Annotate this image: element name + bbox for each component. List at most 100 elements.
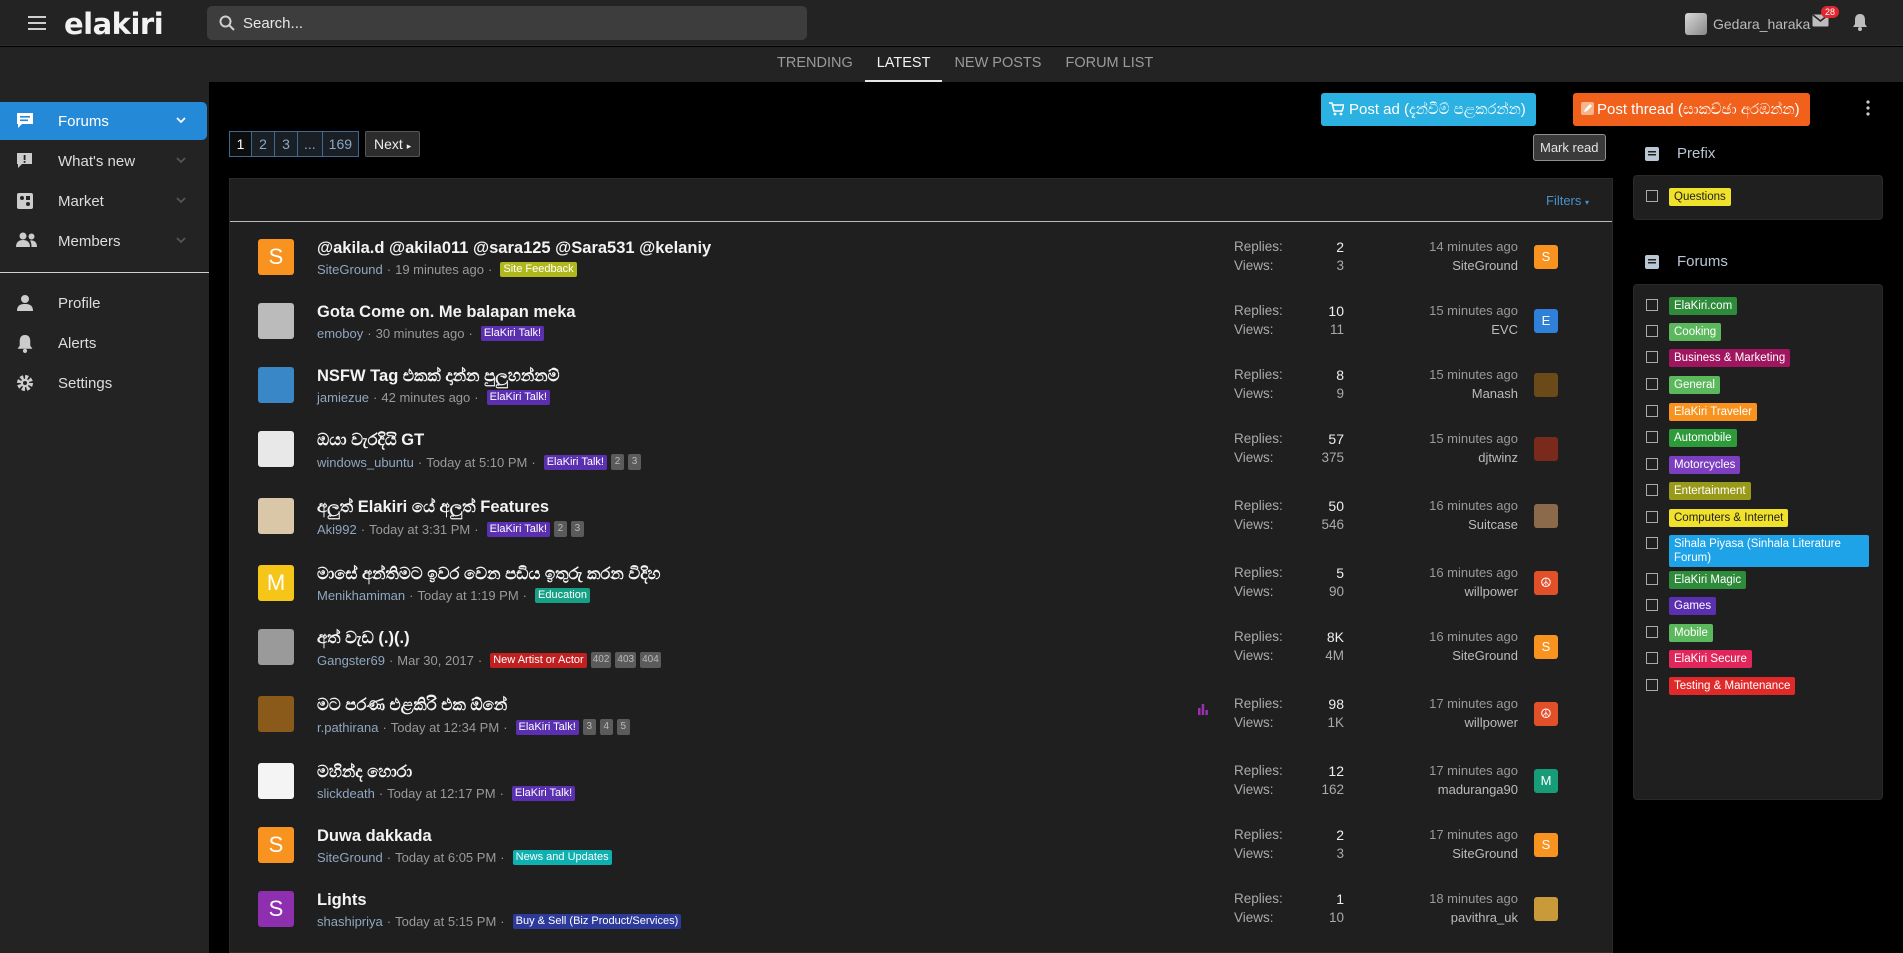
avatar[interactable]: S: [258, 891, 294, 927]
thread-title[interactable]: NSFW Tag එකක් දාන්න පුලුහන්නම්: [317, 367, 560, 386]
chevron-down-icon[interactable]: [176, 197, 186, 204]
table-row[interactable]: S @akila.d @akila011 @sara125 @Sara531 @k…: [230, 229, 1612, 293]
thread-page-link[interactable]: 2: [610, 454, 624, 470]
checkbox[interactable]: [1646, 190, 1658, 202]
avatar[interactable]: [258, 629, 294, 665]
checkbox[interactable]: [1646, 652, 1658, 664]
table-row[interactable]: Gota Come on. Me balapan meka emoboy · 30 m…: [230, 293, 1612, 357]
thread-start-time[interactable]: Today at 12:17 PM: [387, 786, 495, 801]
last-post-time[interactable]: 14 minutes ago: [1380, 239, 1518, 258]
checkbox[interactable]: [1646, 679, 1658, 691]
thread-author[interactable]: Gangster69: [317, 653, 385, 668]
avatar[interactable]: S: [258, 239, 294, 275]
last-poster-avatar[interactable]: S: [1534, 635, 1558, 659]
page-2[interactable]: 2: [252, 131, 275, 157]
table-row[interactable]: මහින්ද හොරා slickdeath · Today at 12:17 PM ·…: [230, 753, 1612, 817]
thread-author[interactable]: Aki992: [317, 522, 357, 537]
page-last[interactable]: 169: [322, 131, 360, 157]
forum-option[interactable]: ElaKiri.com: [1646, 297, 1738, 315]
thread-author[interactable]: jamiezue: [317, 390, 369, 405]
last-poster-avatar[interactable]: [1534, 897, 1558, 921]
checkbox[interactable]: [1646, 325, 1658, 337]
thread-start-time[interactable]: 19 minutes ago: [395, 262, 484, 277]
table-row[interactable]: මට පරණ එළකිරි එක ඕනේ r.pathirana · Today at…: [230, 686, 1612, 750]
filters-button[interactable]: Filters ▾: [1546, 193, 1589, 208]
last-poster-avatar[interactable]: E: [1534, 309, 1558, 333]
thread-page-link[interactable]: 3: [582, 719, 596, 735]
thread-page-link[interactable]: 402: [590, 652, 612, 668]
last-post-time[interactable]: 17 minutes ago: [1380, 827, 1518, 846]
table-row[interactable]: M මාසේ අන්තිමට ඉවර වෙන පඩිය ඉතුරු කරන විද…: [230, 555, 1612, 619]
thread-title[interactable]: Gota Come on. Me balapan meka: [317, 303, 576, 322]
checkbox[interactable]: [1646, 378, 1658, 390]
thread-author[interactable]: r.pathirana: [317, 720, 378, 735]
checkbox[interactable]: [1646, 458, 1658, 470]
thread-author[interactable]: Menikhamiman: [317, 588, 405, 603]
forum-option[interactable]: Games: [1646, 597, 1717, 615]
search-input[interactable]: [243, 6, 793, 40]
site-logo[interactable]: elakiri: [64, 7, 164, 41]
last-post-time[interactable]: 17 minutes ago: [1380, 763, 1518, 782]
last-post-user[interactable]: EVC: [1380, 322, 1518, 337]
forum-option[interactable]: Sihala Piyasa (Sinhala Literature Forum): [1646, 535, 1869, 567]
thread-title[interactable]: ඔයා වැරදියි GT: [317, 431, 424, 450]
last-poster-avatar[interactable]: [1534, 437, 1558, 461]
last-post-user[interactable]: willpower: [1380, 715, 1518, 730]
last-poster-avatar[interactable]: [1534, 504, 1558, 528]
thread-page-link[interactable]: 403: [615, 652, 637, 668]
forum-option[interactable]: Mobile: [1646, 624, 1713, 642]
last-post-time[interactable]: 16 minutes ago: [1380, 629, 1518, 648]
avatar[interactable]: [258, 498, 294, 534]
last-post-user[interactable]: Manash: [1380, 386, 1518, 401]
more-options-icon[interactable]: [1866, 100, 1870, 116]
thread-page-link[interactable]: 404: [640, 652, 661, 668]
thread-title[interactable]: @akila.d @akila011 @sara125 @Sara531 @ke…: [317, 239, 711, 258]
tab-new-posts[interactable]: NEW POSTS: [942, 47, 1053, 82]
thread-page-link[interactable]: 4: [599, 719, 613, 735]
forum-option[interactable]: ElaKiri Traveler: [1646, 403, 1757, 421]
avatar[interactable]: [258, 763, 294, 799]
last-poster-avatar[interactable]: S: [1534, 245, 1558, 269]
table-row[interactable]: NSFW Tag එකක් දාන්න පුලුහන්නම් jamiezue · 4…: [230, 357, 1612, 421]
sidebar-item-settings[interactable]: Settings: [0, 364, 207, 402]
forum-tag[interactable]: ElaKiri Talk!: [486, 521, 550, 537]
last-post-user[interactable]: djtwinz: [1380, 450, 1518, 465]
last-post-time[interactable]: 16 minutes ago: [1380, 565, 1518, 584]
thread-author[interactable]: shashipriya: [317, 914, 383, 929]
table-row[interactable]: අත් වැඩ (.)(.) Gangster69 · Mar 30, 2017 · Ne…: [230, 619, 1612, 683]
checkbox[interactable]: [1646, 431, 1658, 443]
last-post-user[interactable]: Suitcase: [1380, 517, 1518, 532]
thread-start-time[interactable]: Today at 5:15 PM: [395, 914, 496, 929]
last-post-user[interactable]: SiteGround: [1380, 258, 1518, 273]
table-row[interactable]: අලුත් Elakiri යේ අලුත් Features Aki992 · To…: [230, 488, 1612, 552]
thread-author[interactable]: SiteGround: [317, 262, 383, 277]
sidebar-item-forums[interactable]: Forums: [0, 102, 207, 140]
last-post-time[interactable]: 15 minutes ago: [1380, 367, 1518, 386]
thread-start-time[interactable]: 30 minutes ago: [376, 326, 465, 341]
thread-start-time[interactable]: 42 minutes ago: [381, 390, 470, 405]
forum-option[interactable]: ElaKiri Magic: [1646, 571, 1747, 589]
thread-title[interactable]: අලුත් Elakiri යේ අලුත් Features: [317, 498, 549, 517]
last-post-time[interactable]: 15 minutes ago: [1380, 431, 1518, 450]
checkbox[interactable]: [1646, 511, 1658, 523]
forum-option[interactable]: Entertainment: [1646, 482, 1751, 500]
checkbox[interactable]: [1646, 573, 1658, 585]
thread-start-time[interactable]: Today at 1:19 PM: [418, 588, 519, 603]
table-row[interactable]: S Duwa dakkada SiteGround · Today at 6:05 PM…: [230, 817, 1612, 881]
forum-tag[interactable]: ElaKiri Talk!: [543, 454, 607, 470]
table-row[interactable]: S Lights shashipriya · Today at 5:15 PM · Buy …: [230, 881, 1612, 945]
forum-tag[interactable]: ElaKiri Talk!: [515, 719, 579, 735]
sidebar-item-market[interactable]: Market: [0, 182, 207, 220]
thread-title[interactable]: මාසේ අන්තිමට ඉවර වෙන පඩිය ඉතුරු කරන විදි…: [317, 565, 661, 584]
sidebar-item-members[interactable]: Members: [0, 222, 207, 260]
last-post-time[interactable]: 15 minutes ago: [1380, 303, 1518, 322]
last-poster-avatar[interactable]: S: [1534, 833, 1558, 857]
forum-option[interactable]: Cooking: [1646, 323, 1722, 341]
checkbox[interactable]: [1646, 484, 1658, 496]
forum-tag[interactable]: ElaKiri Talk!: [486, 390, 550, 405]
checkbox[interactable]: [1646, 351, 1658, 363]
chevron-down-icon[interactable]: [176, 237, 186, 244]
last-post-time[interactable]: 17 minutes ago: [1380, 696, 1518, 715]
page-3[interactable]: 3: [275, 131, 298, 157]
thread-title[interactable]: මහින්ද හොරා: [317, 763, 412, 782]
